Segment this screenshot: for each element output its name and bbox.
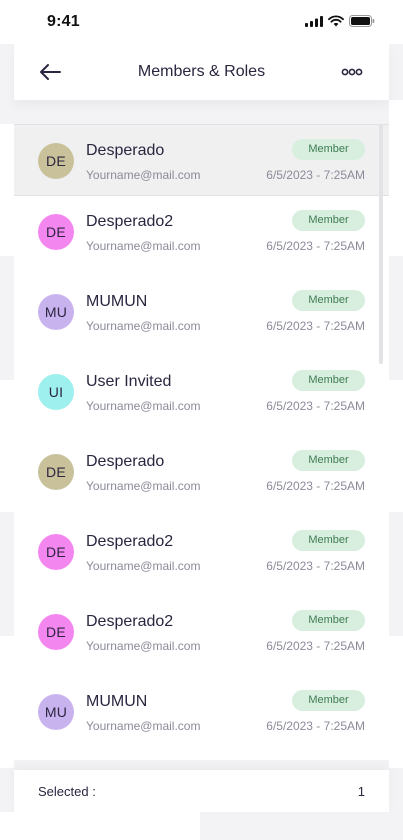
- signal-icon: [305, 15, 323, 27]
- role-badge[interactable]: Member: [292, 610, 365, 631]
- member-email: Yourname@mail.com: [86, 719, 201, 733]
- member-name: MUMUN: [86, 693, 148, 710]
- role-badge[interactable]: Member: [292, 210, 365, 231]
- avatar: DE: [38, 143, 74, 179]
- member-date: 6/5/2023 - 7:25AM: [266, 239, 365, 253]
- member-email: Yourname@mail.com: [86, 399, 201, 413]
- member-row[interactable]: DE Desperado Yourname@mail.com Member 6/…: [14, 436, 389, 516]
- background-block: [0, 124, 14, 256]
- background-block: [0, 636, 14, 768]
- more-dots-icon[interactable]: [341, 64, 363, 80]
- selection-footer: Selected : 1: [14, 770, 389, 812]
- member-name: Desperado2: [86, 213, 174, 230]
- wifi-icon: [328, 15, 344, 27]
- battery-icon: [349, 15, 375, 27]
- member-date: 6/5/2023 - 7:25AM: [266, 559, 365, 573]
- background-block: [0, 812, 200, 840]
- background-block: [389, 380, 403, 512]
- background-block: [389, 636, 403, 768]
- avatar: DE: [38, 454, 74, 490]
- member-row[interactable]: DE Desperado2 Yourname@mail.com Member 6…: [14, 196, 389, 276]
- avatar: UI: [38, 374, 74, 410]
- member-name: Desperado: [86, 453, 165, 470]
- member-date: 6/5/2023 - 7:25AM: [266, 319, 365, 333]
- selected-label: Selected :: [38, 784, 96, 799]
- member-row[interactable]: MU MUMUN Yourname@mail.com Member 6/5/20…: [14, 676, 389, 756]
- role-badge[interactable]: Member: [292, 690, 365, 711]
- member-email: Yourname@mail.com: [86, 639, 201, 653]
- role-badge[interactable]: Member: [292, 530, 365, 551]
- selected-count: 1: [357, 784, 365, 799]
- role-badge[interactable]: Member: [292, 290, 365, 311]
- member-date: 6/5/2023 - 7:25AM: [266, 479, 365, 493]
- avatar: DE: [38, 614, 74, 650]
- background-block: [389, 100, 403, 256]
- member-email: Yourname@mail.com: [86, 168, 201, 182]
- member-row[interactable]: DE Desperado Yourname@mail.com Member 6/…: [14, 124, 389, 196]
- background-block: [0, 380, 14, 512]
- member-date: 6/5/2023 - 7:25AM: [266, 399, 365, 413]
- member-row[interactable]: DE Desperado2 Yourname@mail.com Member 6…: [14, 516, 389, 596]
- role-badge[interactable]: Member: [292, 450, 365, 471]
- avatar: MU: [38, 694, 74, 730]
- members-list: DE Desperado Yourname@mail.com Member 6/…: [14, 124, 389, 760]
- members-roles-screen: 9:41 Members & Roles DE Desperado Yourna…: [0, 0, 403, 840]
- member-name: User Invited: [86, 373, 172, 390]
- member-email: Yourname@mail.com: [86, 479, 201, 493]
- status-time: 9:41: [47, 13, 80, 30]
- status-icons: [305, 15, 375, 27]
- page-title: Members & Roles: [137, 63, 266, 80]
- member-date: 6/5/2023 - 7:25AM: [266, 719, 365, 733]
- role-badge[interactable]: Member: [292, 370, 365, 391]
- member-name: Desperado2: [86, 613, 174, 630]
- member-email: Yourname@mail.com: [86, 319, 201, 333]
- member-name: Desperado2: [86, 533, 174, 550]
- member-row[interactable]: MU MUMUN Yourname@mail.com Member 6/5/20…: [14, 276, 389, 356]
- member-email: Yourname@mail.com: [86, 559, 201, 573]
- member-email: Yourname@mail.com: [86, 239, 201, 253]
- avatar: DE: [38, 534, 74, 570]
- member-name: Desperado: [86, 142, 165, 159]
- member-row[interactable]: DE Desperado2 Yourname@mail.com Member 6…: [14, 596, 389, 676]
- avatar: MU: [38, 294, 74, 330]
- member-row[interactable]: UI User Invited Yourname@mail.com Member…: [14, 356, 389, 436]
- member-date: 6/5/2023 - 7:25AM: [266, 168, 365, 182]
- member-name: MUMUN: [86, 293, 148, 310]
- scrollbar[interactable]: [379, 124, 383, 364]
- role-badge[interactable]: Member: [292, 139, 365, 160]
- header: Members & Roles: [14, 44, 389, 100]
- status-bar: 9:41: [0, 0, 403, 44]
- avatar: DE: [38, 214, 74, 250]
- member-date: 6/5/2023 - 7:25AM: [266, 639, 365, 653]
